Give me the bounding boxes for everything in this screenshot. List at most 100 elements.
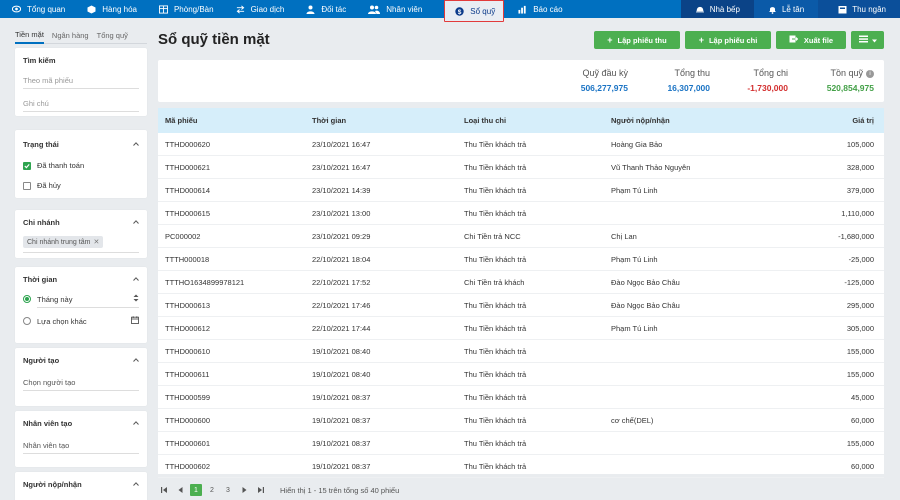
column-header-value[interactable]: Giá trị [852, 108, 874, 133]
table-row[interactable]: TTHD000612 22/10/2021 17:44 Thu Tiền khách… [158, 317, 884, 340]
calendar-icon[interactable] [131, 316, 139, 326]
cell-code: TTHD000615 [165, 208, 211, 218]
cell-value: 105,000 [846, 139, 874, 149]
users-icon [368, 5, 381, 14]
time-title: Thời gian [23, 275, 58, 284]
column-header-payer[interactable]: Người nộp/nhận [611, 108, 670, 133]
tab-total-fund[interactable]: Tổng quỹ [97, 31, 128, 43]
cell-time: 23/10/2021 13:00 [312, 208, 371, 218]
cell-time: 23/10/2021 16:47 [312, 162, 371, 172]
time-other-option[interactable]: Lựa chọn khác [23, 316, 139, 326]
table-row[interactable]: TTHD000601 19/10/2021 08:37 Thu Tiền khách… [158, 432, 884, 455]
chevron-up-icon[interactable] [133, 357, 139, 363]
cashier-button[interactable]: Thu ngân [818, 0, 900, 18]
table-row[interactable]: TTHD000614 23/10/2021 14:39 Thu Tiền khách… [158, 179, 884, 202]
nav-reports[interactable]: Báo cáo [518, 0, 570, 18]
last-page-icon[interactable] [254, 484, 266, 496]
radio-checked-icon[interactable] [23, 295, 31, 303]
plus-icon: + [607, 35, 613, 45]
checkbox-icon[interactable] [23, 181, 31, 190]
kitchen-button[interactable]: Nhà bếp [680, 0, 754, 18]
create-payment-button[interactable]: + Lập phiếu chi [685, 31, 771, 49]
status-paid-option[interactable]: Đã thanh toán [23, 161, 84, 170]
column-header-code[interactable]: Mã phiếu [165, 108, 198, 133]
cell-value: -1,680,000 [838, 231, 874, 241]
cell-value: 305,000 [846, 323, 874, 333]
next-page-icon[interactable] [238, 484, 250, 496]
table-row[interactable]: TTHD000620 23/10/2021 16:47 Thu Tiền khách… [158, 133, 884, 156]
cell-type: Thu Tiền khách trả [464, 162, 527, 172]
checkbox-checked-icon[interactable] [23, 161, 31, 170]
page-3[interactable]: 3 [222, 484, 234, 496]
table-row[interactable]: PC000002 23/10/2021 09:29 Chi Tiền trả NCC… [158, 225, 884, 248]
branch-title: Chi nhánh [23, 218, 60, 227]
cell-code: TTHD000611 [165, 369, 210, 379]
table-row[interactable]: TTTH000018 22/10/2021 18:04 Thu Tiền khách… [158, 248, 884, 271]
nav-right-group: Nhà bếp Lễ tân Thu ngân [680, 0, 900, 18]
sort-arrows-icon[interactable] [133, 294, 139, 304]
export-file-button[interactable]: Xuất file [776, 31, 846, 49]
page-2[interactable]: 2 [206, 484, 218, 496]
chevron-up-icon[interactable] [133, 481, 139, 487]
tab-cash[interactable]: Tiền mặt [15, 30, 44, 44]
table-row[interactable]: TTHD000613 22/10/2021 17:46 Thu Tiền khách… [158, 294, 884, 317]
cell-code: TTHD000599 [165, 392, 211, 402]
nav-transactions[interactable]: Giao dịch [236, 0, 293, 18]
nav-fund-book[interactable]: $ Sổ quỹ [444, 0, 505, 22]
note-input[interactable]: Ghi chú [23, 99, 139, 112]
nav-partners[interactable]: Đối tác [306, 0, 354, 18]
cell-type: Thu Tiền khách trả [464, 185, 527, 195]
table-row[interactable]: TTHD000602 19/10/2021 08:37 Thu Tiền khách… [158, 455, 884, 478]
close-icon[interactable]: ✕ [93, 238, 99, 246]
fund-table: Mã phiếu Thời gian Loại thu chi Người nộ… [158, 108, 884, 478]
table-row[interactable]: TTHD000621 23/10/2021 16:47 Thu Tiền khách… [158, 156, 884, 179]
table-row[interactable]: TTHD000599 19/10/2021 08:37 Thu Tiền khách… [158, 386, 884, 409]
info-icon[interactable]: i [866, 70, 874, 78]
tab-bank[interactable]: Ngân hàng [52, 31, 89, 43]
receipt-code-input[interactable]: Theo mã phiếu [23, 76, 139, 89]
cell-type: Chi Tiền trả khách [464, 277, 525, 287]
creator-staff-title: Nhân viên tạo [23, 419, 73, 428]
chevron-up-icon[interactable] [133, 420, 139, 426]
cell-time: 19/10/2021 08:37 [312, 392, 371, 402]
page-title: Sổ quỹ tiền mặt [158, 31, 270, 48]
cell-type: Thu Tiền khách trả [464, 369, 527, 379]
cell-payer: Phạm Tú Linh [611, 185, 658, 195]
table-row[interactable]: TTTHO1634899978121 22/10/2021 17:52 Chi Ti… [158, 271, 884, 294]
time-this-month-option[interactable]: Tháng này [23, 294, 139, 304]
status-cancelled-option[interactable]: Đã hủy [23, 181, 61, 190]
branch-chip[interactable]: Chi nhánh trung tâm ✕ [23, 236, 104, 248]
creator-select[interactable]: Chọn người tạo [23, 378, 139, 391]
cell-payer: Phạm Tú Linh [611, 254, 658, 264]
table-row[interactable]: TTHD000610 19/10/2021 08:40 Thu Tiền khách… [158, 340, 884, 363]
search-title: Tìm kiếm [23, 56, 56, 65]
first-page-icon[interactable] [158, 484, 170, 496]
nav-rooms[interactable]: Phòng/Bàn [158, 0, 222, 18]
table-row[interactable]: TTHD000600 19/10/2021 08:37 Thu Tiền khách… [158, 409, 884, 432]
cell-time: 22/10/2021 17:44 [312, 323, 371, 333]
table-row[interactable]: TTHD000611 19/10/2021 08:40 Thu Tiền khách… [158, 363, 884, 386]
cell-payer: Chị Lan [611, 231, 637, 241]
chevron-up-icon[interactable] [133, 276, 139, 282]
chevron-up-icon[interactable] [133, 141, 139, 147]
prev-page-icon[interactable] [174, 484, 186, 496]
cell-time: 23/10/2021 14:39 [312, 185, 371, 195]
table-row[interactable]: TTHD000615 23/10/2021 13:00 Thu Tiền khách… [158, 202, 884, 225]
search-card: Tìm kiếm Theo mã phiếu Ghi chú [15, 48, 147, 116]
nav-overview[interactable]: Tổng quan [12, 0, 73, 18]
table-body: TTHD000620 23/10/2021 16:47 Thu Tiền khách… [158, 133, 884, 478]
reception-button[interactable]: Lễ tân [753, 0, 819, 18]
cell-code: TTHD000620 [165, 139, 211, 149]
creator-staff-input[interactable]: Nhân viên tạo [23, 441, 139, 454]
create-receipt-button[interactable]: + Lập phiếu thu [594, 31, 680, 49]
radio-icon[interactable] [23, 317, 31, 325]
chevron-up-icon[interactable] [133, 219, 139, 225]
page-1[interactable]: 1 [190, 484, 202, 496]
nav-products[interactable]: Hàng hóa [87, 0, 145, 18]
column-header-type[interactable]: Loại thu chi [464, 108, 506, 133]
column-header-time[interactable]: Thời gian [312, 108, 346, 133]
cell-time: 22/10/2021 17:52 [312, 277, 371, 287]
column-view-button[interactable] [851, 31, 884, 49]
nav-staff[interactable]: Nhân viên [368, 0, 430, 18]
cell-time: 19/10/2021 08:37 [312, 438, 371, 448]
